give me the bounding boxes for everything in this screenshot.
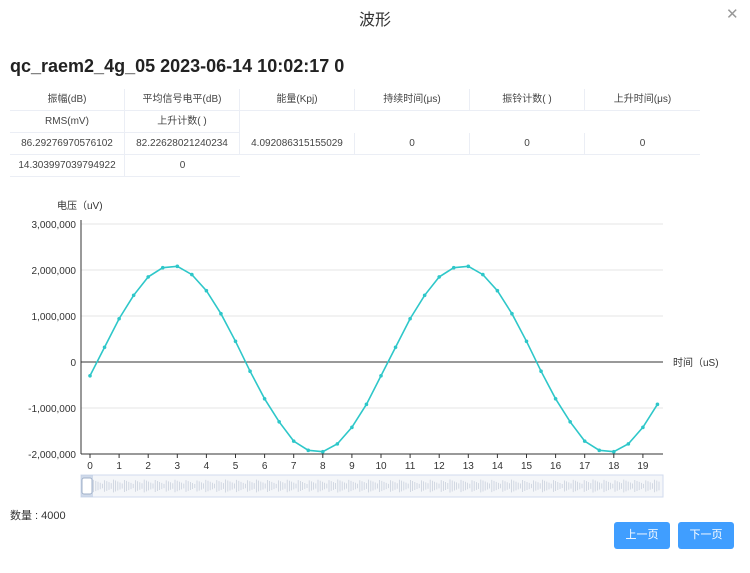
data-point — [495, 288, 500, 293]
data-point — [233, 339, 238, 344]
data-point — [102, 345, 107, 350]
x-tick-label: 10 — [375, 461, 387, 472]
next-page-button[interactable]: 下一页 — [678, 522, 734, 549]
data-point — [408, 316, 412, 321]
count-label: 数量 : 4000 — [10, 510, 66, 522]
x-tick-label: 0 — [87, 461, 93, 472]
x-tick-label: 19 — [637, 461, 649, 472]
x-tick-label: 12 — [434, 461, 446, 472]
y-tick-label: 3,000,000 — [32, 220, 77, 231]
data-point — [582, 439, 587, 443]
data-point — [190, 272, 194, 277]
x-tick-label: 8 — [320, 461, 326, 472]
x-tick-label: 1 — [116, 461, 122, 472]
data-point — [451, 265, 456, 270]
y-tick-label: -2,000,000 — [28, 450, 76, 461]
data-point — [510, 311, 514, 316]
y-tick-label: 2,000,000 — [32, 266, 77, 277]
x-tick-label: 16 — [550, 461, 562, 472]
y-tick-label: 1,000,000 — [32, 312, 77, 323]
data-point — [175, 264, 180, 269]
x-tick-label: 14 — [492, 461, 504, 472]
data-point — [321, 449, 325, 454]
x-tick-label: 18 — [608, 461, 620, 472]
data-point — [655, 402, 660, 407]
x-tick-label: 13 — [463, 461, 475, 472]
data-point — [422, 293, 427, 298]
data-point — [539, 369, 543, 374]
data-point — [641, 425, 645, 430]
data-point — [612, 449, 616, 454]
x-tick-label: 4 — [204, 461, 210, 472]
data-point — [597, 448, 602, 453]
data-point — [277, 420, 281, 424]
data-point — [481, 272, 485, 277]
data-point — [291, 439, 296, 443]
data-point — [466, 264, 471, 269]
x-axis-label: 时间（uS) — [673, 356, 719, 369]
x-tick-label: 3 — [175, 461, 181, 472]
y-tick-label: 0 — [70, 358, 76, 369]
data-point — [146, 275, 150, 279]
waveform-chart: 电压（uV) -2,000,000 -1,000,000 0 1,000,000 2,00… — [28, 199, 719, 498]
x-tick-label: 11 — [405, 461, 416, 472]
data-point — [160, 265, 165, 270]
x-tick-label: 6 — [262, 461, 268, 472]
x-tick-label: 7 — [291, 461, 297, 472]
data-point — [364, 402, 369, 407]
data-point — [204, 288, 209, 293]
data-point — [553, 397, 558, 401]
data-point — [306, 448, 311, 453]
x-tick-label: 2 — [145, 461, 151, 472]
x-tick-label: 17 — [579, 461, 591, 472]
data-point — [437, 275, 442, 279]
y-axis-label: 电压（uV) — [57, 199, 103, 212]
data-point — [117, 316, 121, 321]
zoom-slider-handle[interactable] — [81, 477, 93, 495]
x-tick-label: 9 — [349, 461, 355, 472]
data-point — [350, 425, 354, 430]
waveform-line — [89, 265, 659, 453]
y-tick-label: -1,000,000 — [28, 404, 76, 415]
data-point — [131, 293, 136, 298]
x-tick-label: 15 — [521, 461, 533, 472]
data-point — [524, 339, 529, 344]
data-point — [262, 397, 267, 401]
data-point — [219, 311, 223, 316]
data-point — [568, 420, 572, 424]
data-point — [335, 442, 340, 446]
data-point — [379, 374, 383, 378]
data-point — [88, 374, 92, 378]
data-point — [393, 345, 398, 350]
data-point — [248, 369, 252, 374]
data-point — [626, 442, 631, 446]
prev-page-button[interactable]: 上一页 — [614, 522, 670, 549]
x-tick-label: 5 — [233, 461, 239, 472]
